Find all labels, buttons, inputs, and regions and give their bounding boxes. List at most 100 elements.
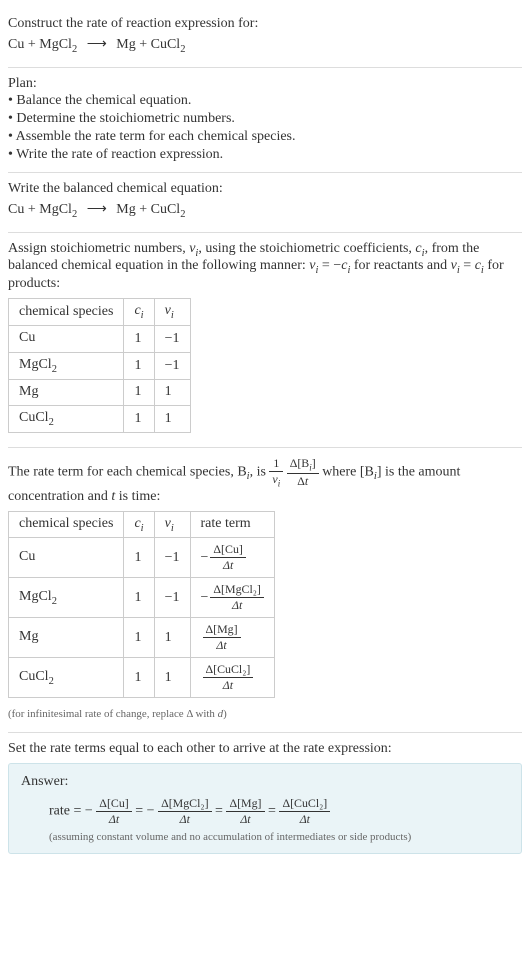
frac: Δ[Cu]Δt <box>96 796 131 827</box>
sp: CuCl <box>19 410 49 425</box>
text: is time: <box>115 489 160 504</box>
c-cell: 1 <box>124 325 154 352</box>
th-species: chemical species <box>9 299 124 326</box>
answer-note: (assuming constant volume and no accumul… <box>21 827 509 843</box>
text: Assign stoichiometric numbers, <box>8 241 189 256</box>
species-cell: CuCl2 <box>9 658 124 698</box>
table-header-row: chemical species ci νi rate term <box>9 511 275 538</box>
species-cell: Cu <box>9 325 124 352</box>
text: where [B <box>322 465 374 480</box>
sp: MgCl <box>19 357 52 372</box>
answer-box: Answer: rate = − Δ[Cu]Δt = − Δ[MgCl₂]Δt … <box>8 763 522 854</box>
c-cell: 1 <box>124 352 154 379</box>
lhs2: MgCl <box>39 202 72 217</box>
table-row: Mg 1 1 <box>9 379 191 406</box>
i: i <box>141 310 144 321</box>
text: , using the stoichiometric coefficients, <box>198 241 415 256</box>
nu-cell: 1 <box>154 618 190 658</box>
sp: Cu <box>19 549 35 564</box>
plus: + <box>28 202 39 217</box>
frac: Δ[CuCl₂]Δt <box>203 662 254 693</box>
plan-item: • Write the rate of reaction expression. <box>8 146 522 164</box>
species-cell: MgCl2 <box>9 352 124 379</box>
eq: = <box>73 804 84 819</box>
rhs2: CuCl <box>151 37 181 52</box>
plus: + <box>139 37 150 52</box>
table-header-row: chemical species ci νi <box>9 299 191 326</box>
frac: Δ[Mg]Δt <box>226 796 264 827</box>
species-cell: Cu <box>9 538 124 578</box>
th-species: chemical species <box>9 511 124 538</box>
stoich-table: chemical species ci νi Cu 1 −1 MgCl2 1 −… <box>8 298 191 433</box>
eq: = <box>460 258 475 273</box>
rhs2-sub: 2 <box>180 209 185 220</box>
frac: Δ[CuCl₂]Δt <box>279 796 330 827</box>
table-row: Cu 1 −1 −Δ[Cu]Δt <box>9 538 275 578</box>
i: i <box>171 310 174 321</box>
i: i <box>278 479 280 489</box>
nu-cell: −1 <box>154 352 190 379</box>
plan-item: • Assemble the rate term for each chemic… <box>8 128 522 146</box>
rhs1: Mg <box>116 202 135 217</box>
eq: = <box>135 804 146 819</box>
t: t <box>305 474 308 488</box>
plan-section: Plan: • Balance the chemical equation. •… <box>8 68 522 173</box>
frac: Δ[MgCl₂]Δt <box>210 582 263 613</box>
species-cell: MgCl2 <box>9 578 124 618</box>
arrow-icon: ⟶ <box>81 37 113 52</box>
eq: = − <box>318 258 341 273</box>
den: Δt <box>158 812 211 827</box>
rate-cell: Δ[Mg]Δt <box>190 618 274 658</box>
neg: − <box>85 804 93 819</box>
den: Δt <box>226 812 264 827</box>
i: i <box>171 522 174 533</box>
lhs1: Cu <box>8 202 24 217</box>
balanced-section: Write the balanced chemical equation: Cu… <box>8 173 522 233</box>
intro-section: Construct the rate of reaction expressio… <box>8 8 522 68</box>
stoich-text: Assign stoichiometric numbers, νi, using… <box>8 241 522 293</box>
den: Δt <box>96 812 131 827</box>
nu-cell: −1 <box>154 538 190 578</box>
table-row: CuCl2 1 1 <box>9 406 191 433</box>
num: Δ[Mg] <box>203 622 241 638</box>
den: Δt <box>279 812 330 827</box>
plus: + <box>28 37 39 52</box>
rhs2-sub: 2 <box>180 44 185 55</box>
sub: 2 <box>49 417 54 428</box>
i: i <box>141 522 144 533</box>
intro-prompt: Construct the rate of reaction expressio… <box>8 16 522 32</box>
neg: − <box>147 804 155 819</box>
rhs1: Mg <box>116 37 135 52</box>
num: Δ[MgCl₂] <box>158 796 211 812</box>
nu-cell: 1 <box>154 406 190 433</box>
rhs2: CuCl <box>151 202 181 217</box>
sub: 2 <box>49 676 54 687</box>
num: Δ[Cu] <box>210 542 245 558</box>
num: Δ[CuCl₂] <box>203 662 254 678</box>
plus: + <box>139 202 150 217</box>
rate-cell: −Δ[MgCl₂]Δt <box>190 578 274 618</box>
num: Δ[Mg] <box>226 796 264 812</box>
den: Δt <box>203 638 241 653</box>
text: for reactants and <box>350 258 450 273</box>
close: ] <box>312 456 316 470</box>
sign: − <box>201 550 211 565</box>
eq: = <box>215 804 226 819</box>
nu-cell: −1 <box>154 325 190 352</box>
plan-item: • Balance the chemical equation. <box>8 92 522 110</box>
answer-label: Answer: <box>21 774 509 790</box>
c-cell: 1 <box>124 658 154 698</box>
stoich-section: Assign stoichiometric numbers, νi, using… <box>8 233 522 449</box>
num: Δ[MgCl₂] <box>210 582 263 598</box>
dt: Δ <box>297 474 305 488</box>
rateterm-table: chemical species ci νi rate term Cu 1 −1… <box>8 511 275 699</box>
th-nui: νi <box>154 511 190 538</box>
final-section: Set the rate terms equal to each other t… <box>8 733 522 862</box>
rate-word: rate <box>49 804 70 819</box>
species-cell: Mg <box>9 379 124 406</box>
rateterm-section: The rate term for each chemical species,… <box>8 448 522 733</box>
final-header: Set the rate terms equal to each other t… <box>8 741 522 757</box>
lhs2-sub: 2 <box>72 209 77 220</box>
den: Δt <box>203 678 254 693</box>
sub: 2 <box>52 596 57 607</box>
